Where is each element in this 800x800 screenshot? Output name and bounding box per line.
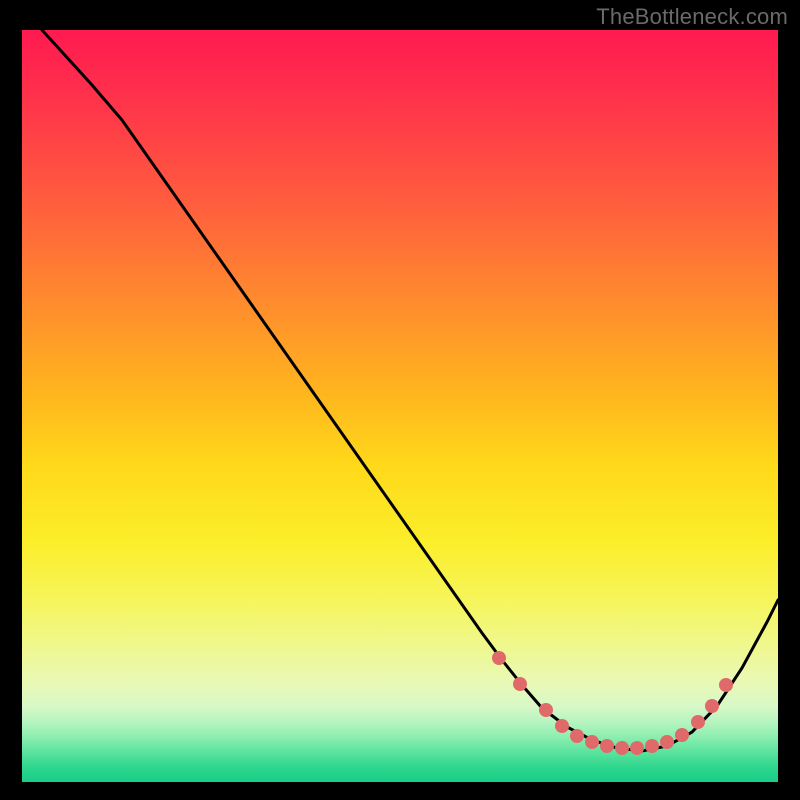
data-marker — [513, 677, 527, 691]
chart-stage: TheBottleneck.com — [0, 0, 800, 800]
bottleneck-curve — [42, 30, 778, 751]
data-marker — [600, 739, 614, 753]
data-marker — [675, 728, 689, 742]
data-marker — [705, 699, 719, 713]
plot-area — [22, 30, 778, 782]
data-marker — [555, 719, 569, 733]
data-marker — [539, 703, 553, 717]
attribution-text: TheBottleneck.com — [596, 4, 788, 30]
data-marker — [615, 741, 629, 755]
data-marker — [585, 735, 599, 749]
data-marker — [645, 739, 659, 753]
overlay-svg — [22, 30, 778, 782]
data-marker — [660, 735, 674, 749]
data-marker — [719, 678, 733, 692]
data-marker — [492, 651, 506, 665]
data-marker — [630, 741, 644, 755]
markers-group — [492, 651, 733, 755]
data-marker — [691, 715, 705, 729]
data-marker — [570, 729, 584, 743]
